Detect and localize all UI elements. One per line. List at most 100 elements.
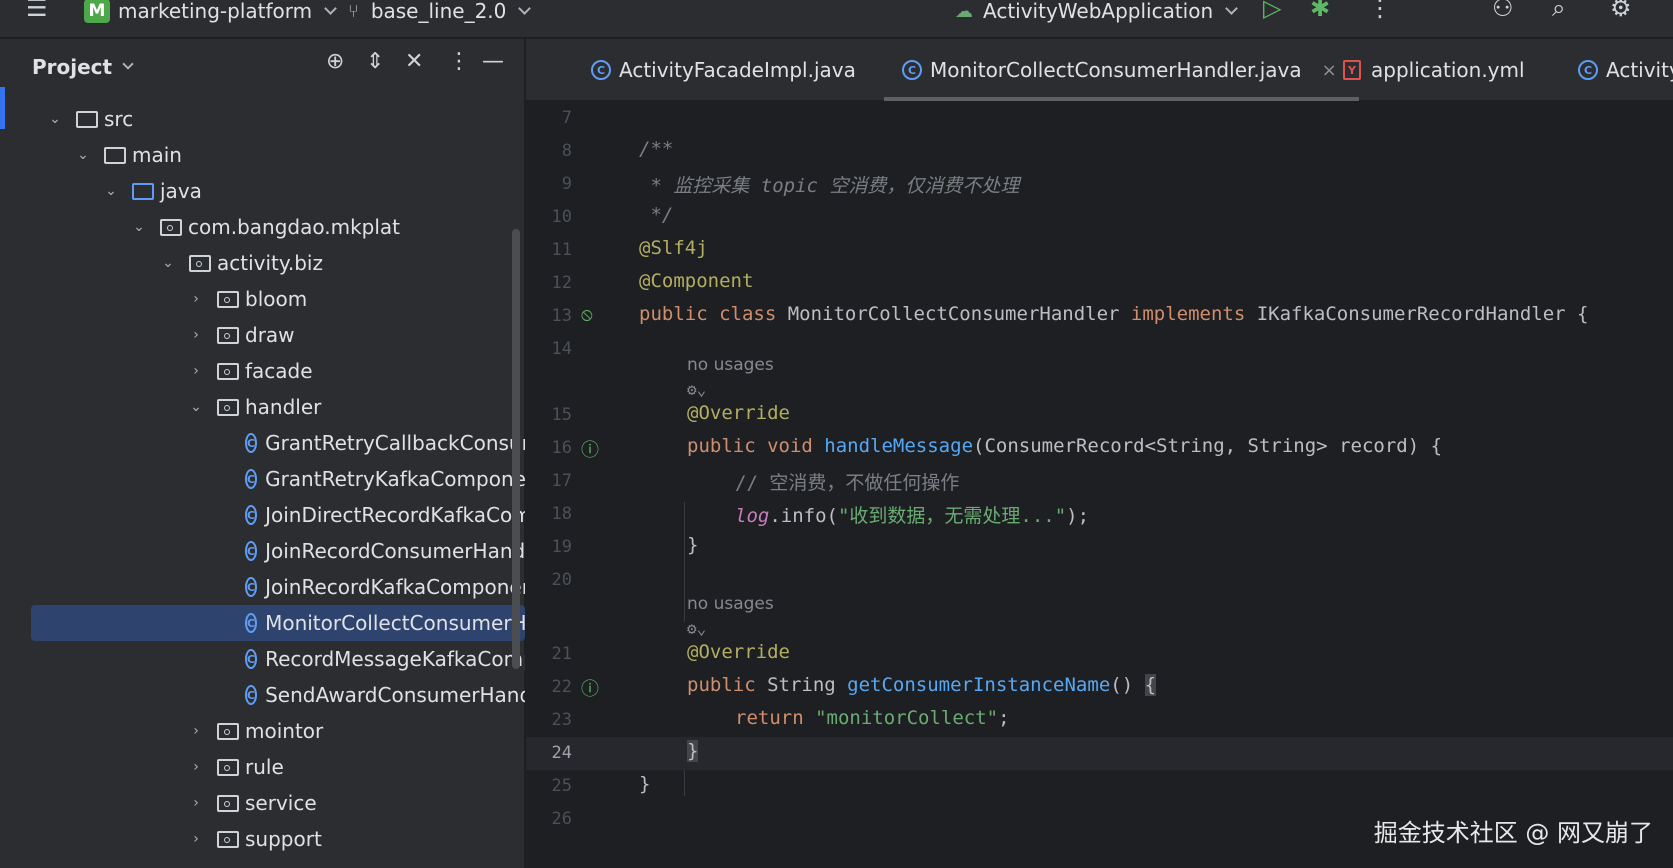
tree-item-package[interactable]: ⌄ handler <box>0 389 525 425</box>
code-token: handleMessage <box>824 435 974 457</box>
tree-scrollbar[interactable] <box>512 229 520 669</box>
editor-tabs: C ActivityFacadeImpl.java C MonitorColle… <box>526 39 1673 101</box>
implements-icon[interactable]: ⓘ <box>581 436 599 462</box>
code-line: 7 <box>526 102 1673 135</box>
tree-item-package[interactable]: › service <box>0 785 525 821</box>
line-number: 18 <box>551 504 572 524</box>
debug-icon[interactable]: ✱ <box>1310 0 1330 22</box>
chevron-right-icon[interactable]: › <box>189 759 203 775</box>
line-number: 22 <box>551 677 572 697</box>
tree-item-package[interactable]: › mointor <box>0 713 525 749</box>
code-line: 10 */ <box>526 201 1673 234</box>
code-text: @Component <box>639 270 754 292</box>
branch-selector[interactable]: ⑂ base_line_2.0 <box>348 0 532 24</box>
code-token: ; <box>998 707 1010 729</box>
code-token: MonitorCollectConsumerHandler <box>776 303 1131 325</box>
chevron-down-icon[interactable]: ⌄ <box>76 147 90 163</box>
tree-item-package[interactable]: › draw <box>0 317 525 353</box>
code-line: 21 @Override <box>526 638 1673 671</box>
run-icon[interactable]: ▷ <box>1263 0 1281 22</box>
code-editor[interactable]: 7 8 /** 9 * 监控采集 topic 空消费，仅消费不处理 10 */ 1… <box>526 102 1673 868</box>
implements-icon[interactable]: ⓘ <box>581 675 599 701</box>
close-icon[interactable]: × <box>1322 60 1337 81</box>
tree-item-main[interactable]: ⌄ main <box>0 137 525 173</box>
tab-label: ActivityFacadeImpl.java <box>619 58 856 82</box>
title-bar: ☰ M marketing-platform ⑂ base_line_2.0 ☁… <box>0 0 1673 38</box>
usages-hint[interactable]: no usages <box>687 594 774 614</box>
options-icon[interactable]: ⋮ <box>448 49 470 74</box>
code-token: log <box>735 505 770 527</box>
tree-item-package[interactable]: › facade <box>0 353 525 389</box>
chevron-right-icon[interactable]: › <box>189 795 203 811</box>
chevron-down-icon[interactable]: ⌄ <box>132 219 146 235</box>
class-icon: C <box>902 60 922 80</box>
code-token: implements <box>1130 303 1246 325</box>
chevron-down-icon[interactable]: ⌄ <box>48 111 62 127</box>
folder-icon <box>76 110 98 128</box>
tree-item-src[interactable]: ⌄ src <box>0 101 525 137</box>
tree-item-class[interactable]: C GrantRetryKafkaComponen <box>0 461 525 497</box>
tree-item-package[interactable]: ⌄ com.bangdao.mkplat <box>0 209 525 245</box>
tree-item-label: support <box>245 827 322 851</box>
chevron-right-icon[interactable]: › <box>189 291 203 307</box>
code-token: String <box>755 674 848 696</box>
project-selector[interactable]: M marketing-platform <box>84 0 337 24</box>
code-token: (ConsumerRecord<String, String> record) … <box>973 435 1443 457</box>
code-line: 16 ⓘ public void handleMessage(ConsumerRec… <box>526 432 1673 465</box>
settings-icon[interactable]: ⚙ <box>1610 0 1632 22</box>
tab-activity[interactable]: C Activity <box>1578 39 1673 101</box>
line-number: 8 <box>561 141 572 161</box>
code-text: public String getConsumerInstanceName() … <box>687 674 1157 696</box>
tree-item-package[interactable]: › rule <box>0 749 525 785</box>
tree-item-class[interactable]: C JoinDirectRecordKafkaCom <box>0 497 525 533</box>
package-icon <box>217 326 239 344</box>
code-text: @Slf4j <box>639 237 708 259</box>
tree-item-class[interactable]: C RecordMessageKafkaComp <box>0 641 525 677</box>
tab-monitor-collect-consumer-handler[interactable]: C MonitorCollectConsumerHandler.java × <box>884 39 1359 101</box>
bean-icon[interactable]: ⦸ <box>581 304 593 325</box>
collapse-all-icon[interactable]: ✕ <box>405 49 423 74</box>
chevron-down-icon[interactable]: ⌄ <box>189 399 203 415</box>
package-icon <box>160 218 182 236</box>
class-icon: C <box>245 577 258 597</box>
expand-all-icon[interactable]: ⇕ <box>366 49 384 74</box>
tree-item-class[interactable]: C JoinRecordKafkaComponer <box>0 569 525 605</box>
code-line: 23 return "monitorCollect"; <box>526 704 1673 737</box>
ai-assist-icon[interactable]: ⚙⌄ <box>687 619 706 638</box>
add-user-icon[interactable]: ⚇ <box>1492 0 1514 22</box>
menu-icon[interactable]: ☰ <box>26 0 48 22</box>
tab-label: application.yml <box>1371 58 1525 82</box>
code-token: () <box>1110 674 1145 696</box>
chevron-right-icon[interactable]: › <box>189 363 203 379</box>
chevron-right-icon[interactable]: › <box>189 723 203 739</box>
tree-item-class[interactable]: C JoinRecordConsumerHandl <box>0 533 525 569</box>
tree-item-package[interactable]: › support <box>0 821 525 857</box>
chevron-down-icon[interactable]: ⌄ <box>104 183 118 199</box>
tab-application-yml[interactable]: Y application.yml <box>1343 39 1525 101</box>
tree-item-package[interactable]: ⌄ activity.biz <box>0 245 525 281</box>
ai-assist-icon[interactable]: ⚙⌄ <box>687 380 706 399</box>
more-icon[interactable]: ⋮ <box>1368 0 1392 22</box>
search-icon[interactable]: ⌕ <box>1552 0 1565 22</box>
chevron-right-icon[interactable]: › <box>189 327 203 343</box>
tab-activity-facade-impl[interactable]: C ActivityFacadeImpl.java <box>591 39 856 101</box>
tree-item-class-selected[interactable]: C MonitorCollectConsumerHa <box>31 605 525 641</box>
chevron-right-icon[interactable]: › <box>189 831 203 847</box>
hide-panel-icon[interactable]: — <box>482 49 504 74</box>
code-token: return <box>735 707 804 729</box>
tree-item-package[interactable]: › bloom <box>0 281 525 317</box>
usages-hint[interactable]: no usages <box>687 355 774 375</box>
line-number: 21 <box>551 644 572 664</box>
tree-item-java[interactable]: ⌄ java <box>0 173 525 209</box>
class-icon: C <box>245 505 258 525</box>
chevron-down-icon[interactable]: ⌄ <box>161 255 175 271</box>
class-icon: C <box>245 469 258 489</box>
code-text: */ <box>639 204 674 226</box>
tree-item-class[interactable]: C SendAwardConsumerHandl <box>0 677 525 713</box>
locate-icon[interactable]: ⊕ <box>326 49 344 74</box>
tree-item-class[interactable]: C GrantRetryCallbackConsum <box>0 425 525 461</box>
project-view-selector[interactable]: Project <box>32 55 134 79</box>
code-text: * 监控采集 topic 空消费，仅消费不处理 <box>639 171 1019 198</box>
package-icon <box>217 290 239 308</box>
run-config-selector[interactable]: ☁ ActivityWebApplication <box>955 0 1239 24</box>
